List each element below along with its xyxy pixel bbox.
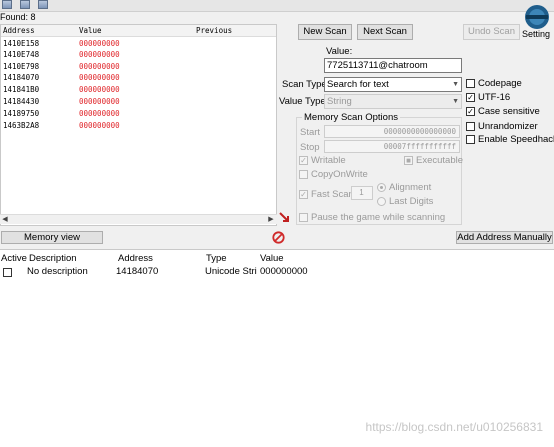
- row-address: 1410E748: [3, 50, 40, 59]
- executable-checkbox[interactable]: ■: [404, 156, 413, 165]
- pause-game-checkbox[interactable]: [299, 213, 308, 222]
- value-type-value: String: [327, 96, 352, 107]
- table-header-value[interactable]: Value: [260, 253, 284, 264]
- start-address-input[interactable]: 0000000000000000: [324, 125, 460, 138]
- stop-scan-icon[interactable]: [272, 231, 285, 244]
- fast-scan-value-input[interactable]: 1: [351, 186, 373, 200]
- list-item[interactable]: 14184430 000000000: [1, 97, 276, 107]
- value-type-select[interactable]: String ▼: [324, 94, 462, 109]
- row-address[interactable]: 14184070: [116, 266, 158, 277]
- scan-type-label: Scan Type: [282, 79, 327, 90]
- header-value[interactable]: Value: [79, 25, 102, 37]
- alignment-label: Alignment: [389, 182, 432, 193]
- cheat-engine-logo-icon: [525, 5, 549, 29]
- watermark-text: https://blog.csdn.net/u010256831: [365, 420, 543, 434]
- executable-label: Executable: [416, 155, 464, 166]
- pause-game-label: Pause the game while scanning: [311, 212, 446, 223]
- utf16-label: UTF-16: [478, 92, 511, 103]
- save-file-icon[interactable]: [38, 0, 48, 9]
- value-label: Value:: [326, 46, 353, 57]
- cheat-table[interactable]: Active Description Address Type Value No…: [0, 249, 554, 447]
- open-file-icon[interactable]: [20, 0, 30, 9]
- row-address: 1410E798: [3, 62, 40, 71]
- row-value: 000000000: [79, 62, 120, 71]
- row-address: 141841B0: [3, 85, 40, 94]
- row-value: 000000000: [79, 121, 120, 130]
- row-value: 000000000: [79, 97, 120, 106]
- active-checkbox[interactable]: [3, 268, 12, 277]
- writable-label: Writable: [311, 155, 346, 166]
- scroll-left-icon[interactable]: ◀: [0, 215, 10, 225]
- last-digits-label: Last Digits: [389, 196, 434, 207]
- new-scan-button[interactable]: New Scan: [298, 24, 352, 40]
- scan-results-list[interactable]: Address Value Previous 1410E158 000000000…: [0, 24, 277, 226]
- row-value: 000000000: [79, 73, 120, 82]
- row-value: 000000000: [79, 50, 120, 59]
- list-item[interactable]: 1410E158 000000000: [1, 39, 276, 49]
- unrandomizer-label: Unrandomizer: [478, 121, 538, 132]
- unrandomizer-checkbox[interactable]: [466, 122, 475, 131]
- row-address: 14189750: [3, 109, 40, 118]
- table-header-type[interactable]: Type: [206, 253, 227, 264]
- row-address: 1463B2A8: [3, 121, 40, 130]
- list-item[interactable]: 14189750 000000000: [1, 109, 276, 119]
- scroll-right-icon[interactable]: ▶: [266, 215, 276, 225]
- table-header-description[interactable]: Description: [29, 253, 77, 264]
- list-item[interactable]: 1410E748 000000000: [1, 50, 276, 60]
- header-address[interactable]: Address: [3, 25, 35, 37]
- table-header-address[interactable]: Address: [118, 253, 153, 264]
- row-address: 1410E158: [3, 39, 40, 48]
- memory-view-button[interactable]: Memory view: [1, 231, 103, 244]
- add-to-list-arrow-icon[interactable]: [279, 212, 291, 224]
- codepage-label: Codepage: [478, 78, 522, 89]
- undo-scan-button[interactable]: Undo Scan: [463, 24, 520, 40]
- chevron-down-icon: ▼: [452, 98, 459, 105]
- fast-scan-checkbox[interactable]: ✓: [299, 190, 308, 199]
- case-sensitive-checkbox[interactable]: ✓: [466, 107, 475, 116]
- alignment-radio[interactable]: [377, 183, 386, 192]
- row-value[interactable]: 000000000: [260, 266, 308, 277]
- row-value: 000000000: [79, 109, 120, 118]
- value-input[interactable]: 7725113711@chatroom: [324, 58, 462, 73]
- row-address: 14184430: [3, 97, 40, 106]
- row-value: 000000000: [79, 85, 120, 94]
- fast-scan-label: Fast Scan: [311, 189, 354, 200]
- list-item[interactable]: 141841B0 000000000: [1, 85, 276, 95]
- row-address: 14184070: [3, 73, 40, 82]
- list-item[interactable]: 14184070 000000000: [1, 73, 276, 83]
- speedhack-checkbox[interactable]: [466, 135, 475, 144]
- speedhack-label: Enable Speedhack: [478, 134, 554, 145]
- top-toolbar: [0, 0, 554, 12]
- list-item[interactable]: 1410E798 000000000: [1, 62, 276, 72]
- writable-checkbox[interactable]: ✓: [299, 156, 308, 165]
- row-value: 000000000: [79, 39, 120, 48]
- settings-logo[interactable]: Setting: [520, 4, 554, 42]
- case-sensitive-label: Case sensitive: [478, 106, 540, 117]
- memory-scan-options-title: Memory Scan Options: [302, 112, 400, 123]
- last-digits-radio[interactable]: [377, 197, 386, 206]
- row-description[interactable]: No description: [27, 266, 88, 277]
- codepage-checkbox[interactable]: [466, 79, 475, 88]
- stop-label: Stop: [300, 142, 320, 153]
- scan-type-value: Search for text: [327, 79, 389, 90]
- found-count: Found: 8: [0, 12, 36, 22]
- open-process-icon[interactable]: [2, 0, 12, 9]
- stop-address-input[interactable]: 00007fffffffffff: [324, 140, 460, 153]
- settings-label: Setting: [522, 29, 551, 39]
- next-scan-button[interactable]: Next Scan: [357, 24, 413, 40]
- chevron-down-icon: ▼: [452, 81, 459, 88]
- results-list-header: Address Value Previous: [1, 25, 276, 37]
- scan-type-select[interactable]: Search for text ▼: [324, 77, 462, 92]
- list-item[interactable]: 1463B2A8 000000000: [1, 121, 276, 131]
- horizontal-scrollbar[interactable]: ◀ ▶: [0, 214, 277, 224]
- row-type[interactable]: Unicode Stri: [205, 266, 257, 277]
- header-previous[interactable]: Previous: [196, 25, 232, 37]
- copy-on-write-label: CopyOnWrite: [311, 169, 368, 180]
- start-label: Start: [300, 127, 321, 138]
- utf16-checkbox[interactable]: ✓: [466, 93, 475, 102]
- value-type-label: Value Type: [279, 96, 326, 107]
- copy-on-write-checkbox[interactable]: [299, 170, 308, 179]
- add-address-manually-button[interactable]: Add Address Manually: [456, 231, 553, 244]
- table-header-active[interactable]: Active: [1, 253, 27, 264]
